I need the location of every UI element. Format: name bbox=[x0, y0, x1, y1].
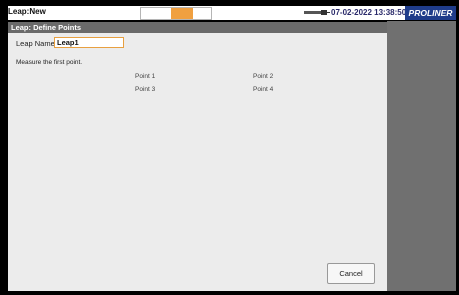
dialog-title: Leap: Define Points bbox=[8, 22, 387, 33]
app-title: Leap:New bbox=[8, 7, 46, 16]
timestamp: 07-02-2022 13:38:50 bbox=[331, 8, 407, 17]
leap-name-input[interactable] bbox=[54, 37, 124, 48]
define-points-dialog: Leap Name Measure the first point. Point… bbox=[8, 33, 387, 291]
status-indicator bbox=[140, 7, 212, 20]
point-3-label: Point 3 bbox=[135, 86, 156, 93]
instruction-text: Measure the first point. bbox=[16, 59, 83, 66]
leap-name-label: Leap Name bbox=[16, 39, 55, 48]
point-1-label: Point 1 bbox=[135, 73, 156, 80]
point-2-label: Point 2 bbox=[253, 73, 274, 80]
window-titlebar: Leap:New 07-02-2022 13:38:50 PROLINER bbox=[8, 6, 456, 20]
side-panel bbox=[387, 21, 456, 291]
status-indicator-fill bbox=[171, 8, 193, 19]
proliner-logo: PROLINER bbox=[405, 6, 456, 20]
cancel-button[interactable]: Cancel bbox=[327, 263, 375, 284]
point-4-label: Point 4 bbox=[253, 86, 274, 93]
probe-icon bbox=[304, 10, 330, 15]
